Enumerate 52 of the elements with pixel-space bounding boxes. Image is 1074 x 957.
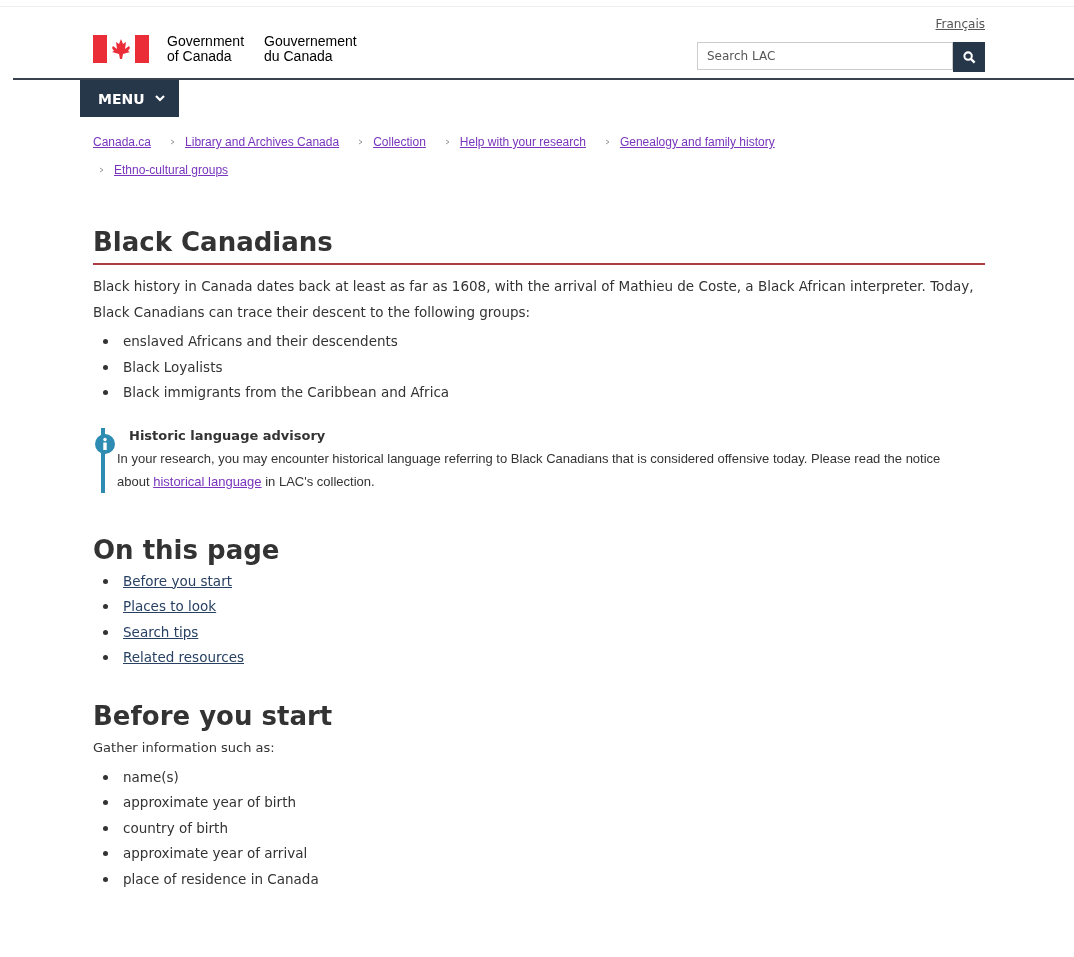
language-link[interactable]: Français: [935, 17, 985, 31]
bullet-icon: [103, 825, 108, 831]
list-item: name(s): [123, 767, 179, 787]
list-item: enslaved Africans and their descendents: [123, 332, 398, 351]
historical-language-link[interactable]: historical language: [153, 473, 262, 489]
section-heading: On this page: [93, 534, 281, 565]
bullet-icon: [103, 851, 108, 857]
bullet-icon: [103, 800, 108, 806]
section-intro: Gather information such as:: [93, 738, 276, 757]
toc-link[interactable]: Before you start: [123, 568, 232, 594]
list-item: Black immigrants from the Caribbean and Africa: [123, 383, 450, 402]
page-title: Black Canadians: [93, 227, 334, 257]
section-heading: Before you start: [93, 700, 334, 731]
breadcrumb-link[interactable]: Genealogy and family history: [619, 135, 775, 149]
intro-paragraph: Black history in Canada dates back at least as far as 1608, with the arrival of Mathieu de Coste, a Black African interpreter. Today, Black Canadians can trace their descent to the following groups:: [93, 277, 975, 322]
toc-link[interactable]: Related resources: [123, 645, 244, 671]
toc-link[interactable]: Places to look: [123, 594, 217, 620]
chevron-icon: [154, 95, 165, 102]
bullet-icon: [103, 604, 108, 610]
bullet-icon: [103, 578, 108, 584]
toc-link[interactable]: Search tips: [123, 619, 199, 645]
breadcrumb-link[interactable]: Ethno-cultural groups: [114, 163, 229, 177]
breadcrumb-separator-icon: [170, 139, 176, 145]
advisory-title: Historic language advisory: [129, 427, 327, 443]
breadcrumb-separator-icon: [604, 139, 610, 145]
bullet-icon: [103, 390, 108, 396]
breadcrumb-link[interactable]: Collection: [373, 135, 426, 149]
search-button[interactable]: [953, 42, 985, 72]
bullet-icon: [103, 629, 108, 635]
government-name: Government of Canada: [167, 34, 245, 64]
search-icon: [962, 50, 976, 64]
bullet-icon: [103, 774, 108, 780]
bullet-icon: [103, 655, 108, 661]
breadcrumb-separator-icon: [444, 139, 450, 145]
list-item: country of birth: [123, 818, 228, 838]
flag-icon: [93, 35, 149, 63]
bullet-icon: [103, 364, 108, 370]
breadcrumb-separator-icon: [99, 167, 104, 173]
list-item: approximate year of arrival: [123, 844, 308, 863]
search-field[interactable]: Search LAC: [697, 42, 953, 70]
menu-button[interactable]: MENU: [80, 80, 179, 117]
government-name: Gouvernement du Canada: [264, 34, 357, 64]
bullet-icon: [103, 876, 108, 882]
breadcrumb-link[interactable]: Library and Archives Canada: [185, 135, 340, 149]
list-item: place of residence in Canada: [123, 869, 319, 889]
breadcrumb-link[interactable]: Canada.ca: [93, 135, 152, 149]
list-item: Black Loyalists: [123, 357, 223, 377]
breadcrumb-link[interactable]: Help with your research: [459, 135, 586, 149]
list-item: approximate year of birth: [123, 793, 296, 812]
bullet-icon: [103, 339, 108, 345]
advisory-text: In your research, you may encounter historical language referring to Black Canadians that is considered offensive today. Please read the notice about historical language in LAC's collection.: [117, 449, 942, 491]
breadcrumb-separator-icon: [358, 139, 364, 145]
